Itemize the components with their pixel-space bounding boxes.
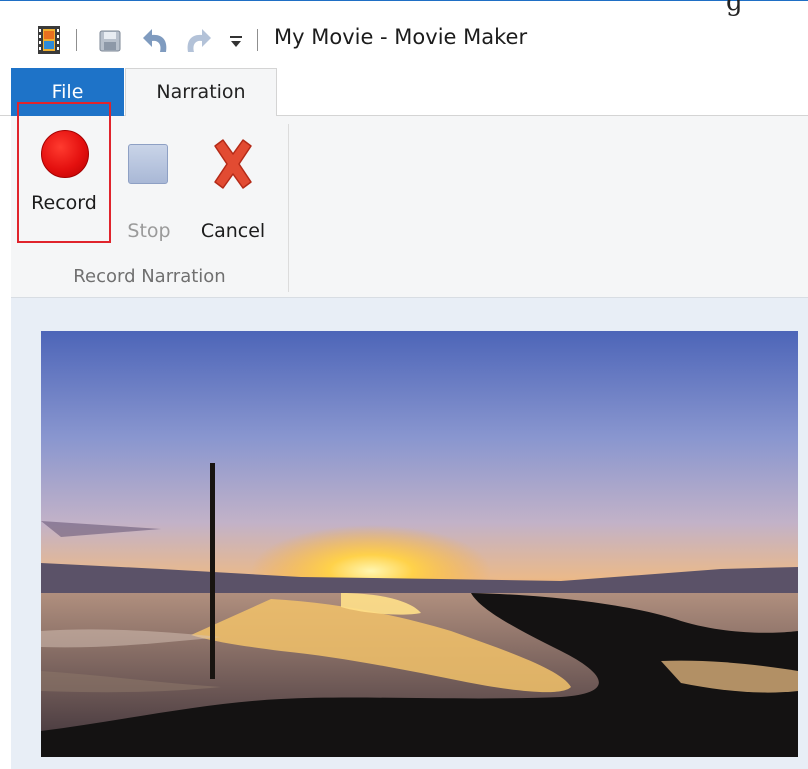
qat-separator bbox=[76, 29, 77, 51]
ribbon-group-label: Record Narration bbox=[73, 266, 226, 287]
record-button[interactable]: Record bbox=[17, 102, 111, 243]
save-icon[interactable] bbox=[99, 30, 121, 52]
cancel-button[interactable]: Cancel bbox=[191, 136, 275, 251]
stop-icon bbox=[128, 144, 168, 184]
cancel-icon bbox=[214, 139, 252, 189]
stop-label: Stop bbox=[127, 220, 171, 242]
video-preview-image bbox=[41, 331, 798, 757]
movie-maker-app-icon[interactable] bbox=[38, 26, 60, 54]
title-bar: My Movie - Movie Maker g bbox=[0, 0, 808, 68]
window-title: My Movie - Movie Maker bbox=[274, 25, 528, 49]
ribbon-tab-strip: File Narration bbox=[0, 68, 808, 117]
cropped-text-fragment: g bbox=[726, 0, 743, 17]
customize-dropdown-icon[interactable] bbox=[229, 35, 243, 49]
stop-button[interactable]: Stop bbox=[119, 136, 179, 251]
undo-icon[interactable] bbox=[142, 26, 172, 54]
record-label: Record bbox=[31, 192, 97, 214]
redo-icon[interactable] bbox=[182, 26, 212, 54]
record-icon bbox=[41, 130, 89, 178]
tab-narration[interactable]: Narration bbox=[125, 68, 277, 117]
cancel-label: Cancel bbox=[200, 220, 266, 242]
qat-separator bbox=[257, 29, 258, 51]
ribbon-group-separator bbox=[288, 124, 289, 292]
ribbon-panel: Record Stop Cancel Record Narration bbox=[11, 102, 808, 298]
